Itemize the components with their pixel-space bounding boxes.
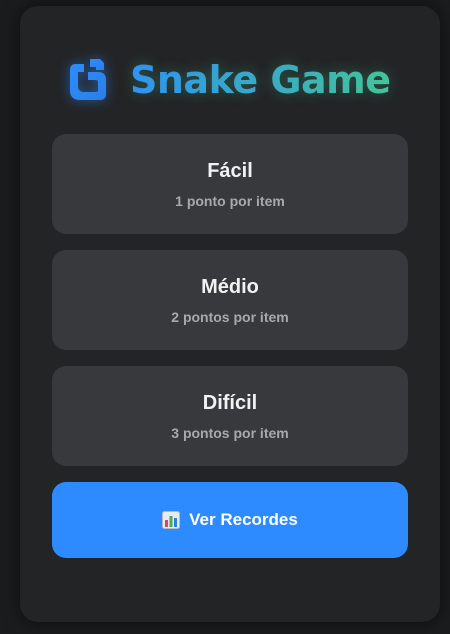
view-records-label: Ver Recordes	[189, 510, 298, 529]
mode-medium-description: 2 pontos por item	[171, 309, 289, 325]
menu-card: Snake Game Fácil 1 ponto por item Médio …	[20, 6, 440, 622]
title-row: Snake Game	[60, 52, 391, 108]
mode-medium-label: Médio	[201, 276, 259, 298]
mode-easy-label: Fácil	[207, 160, 253, 182]
mode-easy-button[interactable]: Fácil 1 ponto por item	[52, 134, 408, 234]
mode-medium-button[interactable]: Médio 2 pontos por item	[52, 250, 408, 350]
snake-icon	[70, 59, 106, 100]
mode-hard-description: 3 pontos por item	[171, 425, 289, 441]
mode-hard-label: Difícil	[202, 392, 258, 414]
app-title: Snake Game	[130, 58, 391, 102]
view-records-button[interactable]: Ver Recordes	[52, 482, 408, 558]
bar-chart-icon	[162, 511, 181, 529]
mode-easy-description: 1 ponto por item	[175, 193, 285, 209]
mode-hard-button[interactable]: Difícil 3 pontos por item	[52, 366, 408, 466]
